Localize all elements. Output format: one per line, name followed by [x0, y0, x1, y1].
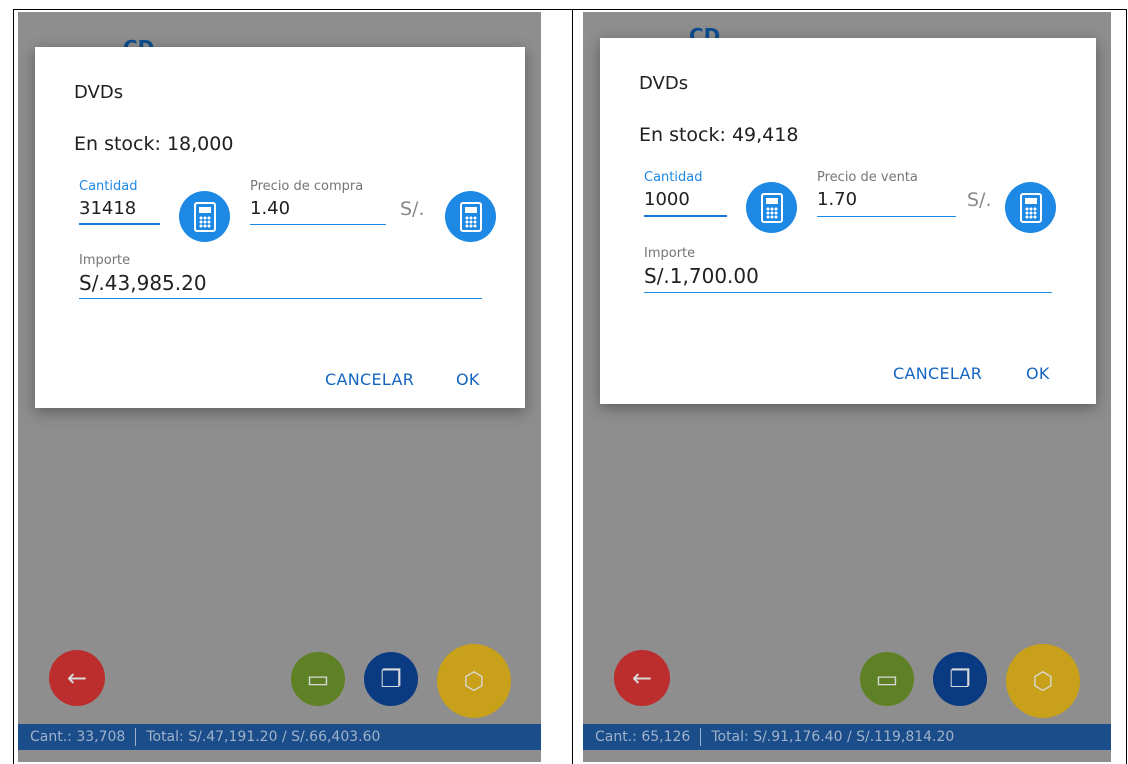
dialog-title: DVDs	[639, 73, 689, 94]
calculator-icon	[760, 192, 783, 223]
folder-icon: ▭	[306, 665, 330, 693]
folder-button[interactable]: ▭	[291, 652, 345, 706]
package-icon: ⬡	[1032, 667, 1054, 695]
table-border-right	[1126, 9, 1127, 764]
cancel-button[interactable]: CANCELAR	[325, 370, 414, 389]
status-total: Total: S/.47,191.20 / S/.66,403.60	[146, 729, 381, 745]
package-button[interactable]: ⬡	[437, 644, 511, 718]
stock-label: En stock: 49,418	[639, 124, 799, 146]
folder-icon: ▭	[875, 665, 899, 693]
status-bar: Cant.: 65,126 Total: S/.91,176.40 / S/.1…	[583, 724, 1111, 750]
amount-value: S/.43,985.20	[79, 271, 207, 295]
package-icon: ⬡	[463, 667, 485, 695]
app-screen: CD DVDs En stock: 49,418 Cantidad 1000 P…	[583, 12, 1111, 762]
amount-label: Importe	[644, 246, 696, 261]
price-underline	[817, 216, 956, 217]
price-input[interactable]: 1.40	[250, 198, 290, 219]
table-border-middle	[572, 9, 573, 764]
package-button[interactable]: ⬡	[1006, 644, 1080, 718]
back-button[interactable]: ←	[49, 650, 105, 706]
calculator-icon	[1019, 192, 1042, 223]
amount-label: Importe	[79, 253, 131, 268]
quantity-label: Cantidad	[79, 179, 138, 194]
cancel-button[interactable]: CANCELAR	[893, 364, 982, 383]
stock-label: En stock: 18,000	[74, 133, 234, 155]
status-bar: Cant.: 33,708 Total: S/.47,191.20 / S/.6…	[18, 724, 541, 750]
app-screen: CD DVDs En stock: 18,000 Cantidad 31418 …	[18, 12, 541, 762]
currency-label: S/.	[400, 198, 425, 220]
screenshot-sale: CD DVDs En stock: 49,418 Cantidad 1000 P…	[583, 12, 1111, 762]
calculator-icon	[459, 201, 482, 232]
sale-dialog: DVDs En stock: 49,418 Cantidad 1000 Prec…	[600, 38, 1096, 404]
calculator-icon	[193, 201, 216, 232]
ok-button[interactable]: OK	[456, 370, 480, 389]
arrow-left-icon: ←	[66, 664, 88, 692]
dialog-title: DVDs	[74, 82, 124, 103]
copy-button[interactable]: ❐	[933, 652, 987, 706]
back-button[interactable]: ←	[614, 650, 670, 706]
copy-button[interactable]: ❐	[364, 652, 418, 706]
price-label: Precio de compra	[250, 179, 364, 194]
quantity-underline	[79, 223, 160, 225]
screenshot-purchase: CD DVDs En stock: 18,000 Cantidad 31418 …	[18, 12, 541, 762]
status-divider	[700, 728, 702, 746]
quantity-calculator-button[interactable]	[179, 191, 230, 242]
status-divider	[135, 728, 137, 746]
price-input[interactable]: 1.70	[817, 189, 857, 210]
price-calculator-button[interactable]	[445, 191, 496, 242]
table-border-left	[13, 9, 14, 764]
ok-button[interactable]: OK	[1026, 364, 1050, 383]
price-label: Precio de venta	[817, 170, 918, 185]
amount-value: S/.1,700.00	[644, 264, 759, 288]
folder-button[interactable]: ▭	[860, 652, 914, 706]
purchase-dialog: DVDs En stock: 18,000 Cantidad 31418 Pre…	[35, 47, 525, 408]
price-calculator-button[interactable]	[1005, 182, 1056, 233]
status-count: Cant.: 33,708	[30, 729, 126, 745]
quantity-label: Cantidad	[644, 170, 703, 185]
quantity-input[interactable]: 31418	[79, 198, 136, 219]
status-total: Total: S/.91,176.40 / S/.119,814.20	[711, 729, 955, 745]
amount-underline	[79, 298, 482, 299]
currency-label: S/.	[967, 189, 992, 211]
price-underline	[250, 224, 386, 225]
arrow-left-icon: ←	[631, 664, 653, 692]
table-border-top	[13, 9, 1127, 10]
copy-icon: ❐	[380, 665, 402, 693]
amount-underline	[644, 292, 1052, 293]
quantity-calculator-button[interactable]	[746, 182, 797, 233]
quantity-input[interactable]: 1000	[644, 189, 690, 210]
status-count: Cant.: 65,126	[595, 729, 691, 745]
copy-icon: ❐	[949, 665, 971, 693]
quantity-underline	[644, 215, 727, 217]
